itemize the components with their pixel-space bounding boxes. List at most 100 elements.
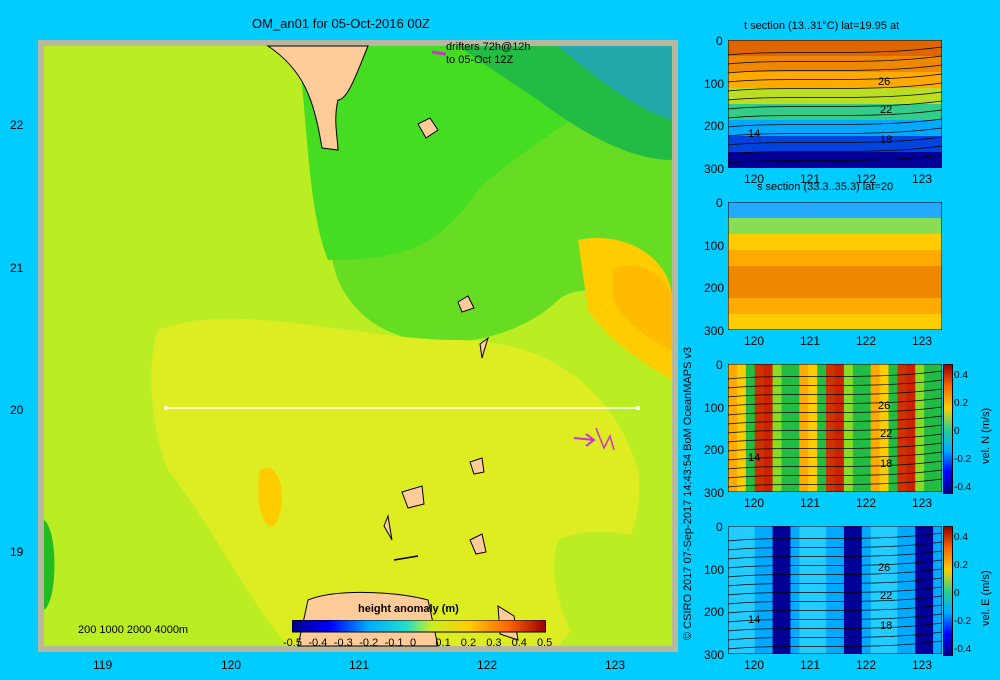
colorbar-title: height anomaly (m) (358, 603, 459, 615)
section-x-tick-label: 122 (856, 658, 877, 672)
section-band (933, 526, 942, 654)
colorbar-tick-label: -0.2 (359, 637, 379, 649)
section-x-tick-label: 120 (744, 334, 765, 348)
section-band (763, 364, 774, 492)
section-layer (728, 234, 942, 251)
section-y-tick-label: 100 (704, 76, 725, 91)
section-band (781, 364, 792, 492)
velocity-tick-label: -0.2 (954, 616, 972, 627)
section-band (817, 526, 828, 654)
section-x-tick-label: 123 (912, 172, 933, 186)
height-anomaly-map: drifters 72h@12h to 05-Oct 12Z 200 1000 … (38, 40, 678, 652)
t-section-title: t section (13..31°C) lat=19.95 at (744, 20, 900, 32)
section-y-tick-label: 100 (704, 562, 725, 577)
map-x-tick-label: 120 (221, 658, 242, 672)
velocity-axis-label: vel. E (m/s) (980, 570, 992, 626)
section-band (781, 526, 792, 654)
section-band (924, 364, 935, 492)
section-band (852, 526, 863, 654)
section-band (754, 526, 765, 654)
section-band (736, 526, 747, 654)
section-layer (728, 314, 942, 330)
section-y-tick-label: 300 (704, 486, 725, 501)
colorbar-tick-label: 0.2 (460, 637, 477, 649)
velocity-tick-label: 0.4 (954, 370, 968, 381)
section-band (897, 364, 908, 492)
section-panel-1: 26 22 18 14 (728, 40, 942, 168)
contour-label: 18 (880, 458, 893, 470)
drifters-label-1: drifters 72h@12h (446, 41, 531, 53)
section-y-tick-label: 0 (716, 34, 723, 48)
velocity-tick-label: -0.2 (954, 454, 972, 465)
section-x-tick-label: 121 (800, 334, 821, 348)
section-x-tick-label: 120 (744, 658, 765, 672)
section-band (924, 526, 935, 654)
section-band (790, 526, 801, 654)
section-band (861, 364, 872, 492)
depth-legend: 200 1000 2000 4000m (78, 624, 189, 636)
section-layer (728, 218, 942, 235)
section-panel-2 (728, 202, 942, 330)
section-band (736, 364, 747, 492)
map-title: OM_an01 for 05-Oct-2016 00Z (252, 16, 430, 31)
section-layer (728, 282, 942, 299)
section-band (772, 364, 783, 492)
contour-label: 26 (878, 76, 891, 88)
colorbar-tick-label: -0.1 (384, 637, 404, 649)
section-band (817, 364, 828, 492)
height-colorbar (292, 620, 546, 633)
section-layer (728, 152, 942, 168)
section-band (728, 364, 738, 492)
section-band (799, 364, 810, 492)
colorbar-tick-label: 0.4 (511, 637, 527, 649)
colorbar-tick-label: 0.5 (537, 637, 553, 649)
section-y-tick-label: 300 (704, 324, 725, 339)
section-y-tick-label: 100 (704, 400, 725, 415)
section-y-tick-label: 300 (704, 648, 725, 663)
section-x-tick-label: 123 (912, 496, 933, 510)
credit-label: © CSIRO 2017 07-Sep-2017 14:43:54 BoM Oc… (682, 346, 694, 640)
section-x-tick-label: 120 (744, 172, 765, 186)
section-band (897, 526, 908, 654)
section-x-tick-label: 122 (856, 496, 877, 510)
section-band (754, 364, 765, 492)
colorbar-tick-label: 0.1 (435, 637, 451, 649)
velocity-colorbar (943, 526, 953, 656)
section-y-tick-label: 100 (704, 238, 725, 253)
contour-label: 14 (748, 614, 761, 626)
map-y-tick-label: 19 (10, 545, 24, 560)
section-band (772, 526, 783, 654)
contour-label: 22 (880, 104, 893, 116)
section-band (835, 526, 845, 654)
section-band (745, 526, 756, 654)
map-x-tick-label: 122 (477, 658, 498, 672)
section-band (728, 526, 738, 654)
section-layer (728, 40, 942, 57)
contour-label: 26 (878, 562, 891, 574)
colorbar-tick-label: -0.5 (283, 637, 302, 649)
colorbar-tick-label: -0.4 (308, 637, 328, 649)
section-y-tick-label: 200 (704, 605, 725, 620)
map-x-tick-label: 123 (605, 658, 626, 672)
section-band (808, 364, 819, 492)
velocity-colorbar (943, 364, 953, 494)
velocity-tick-label: -0.4 (954, 482, 972, 493)
colorbar-tick-label: -0.3 (333, 637, 353, 649)
section-band (861, 526, 872, 654)
section-layer (728, 266, 942, 283)
drifters-label-2: to 05-Oct 12Z (446, 54, 514, 66)
section-x-tick-label: 121 (800, 172, 821, 186)
map-y-tick-label: 21 (10, 260, 24, 275)
contour-label: 22 (880, 428, 893, 440)
section-x-tick-label: 121 (800, 658, 821, 672)
velocity-tick-label: 0 (954, 426, 960, 437)
section-x-tick-label: 122 (856, 334, 877, 348)
section-band (835, 364, 845, 492)
map-y-tick-label: 20 (10, 403, 24, 418)
section-band (826, 364, 836, 492)
section-y-tick-label: 200 (704, 443, 725, 458)
section-y-tick-label: 0 (716, 196, 723, 210)
section-band (843, 526, 854, 654)
section-layer (728, 250, 942, 267)
section-panel-4: 26 22 18 14 (728, 526, 942, 654)
